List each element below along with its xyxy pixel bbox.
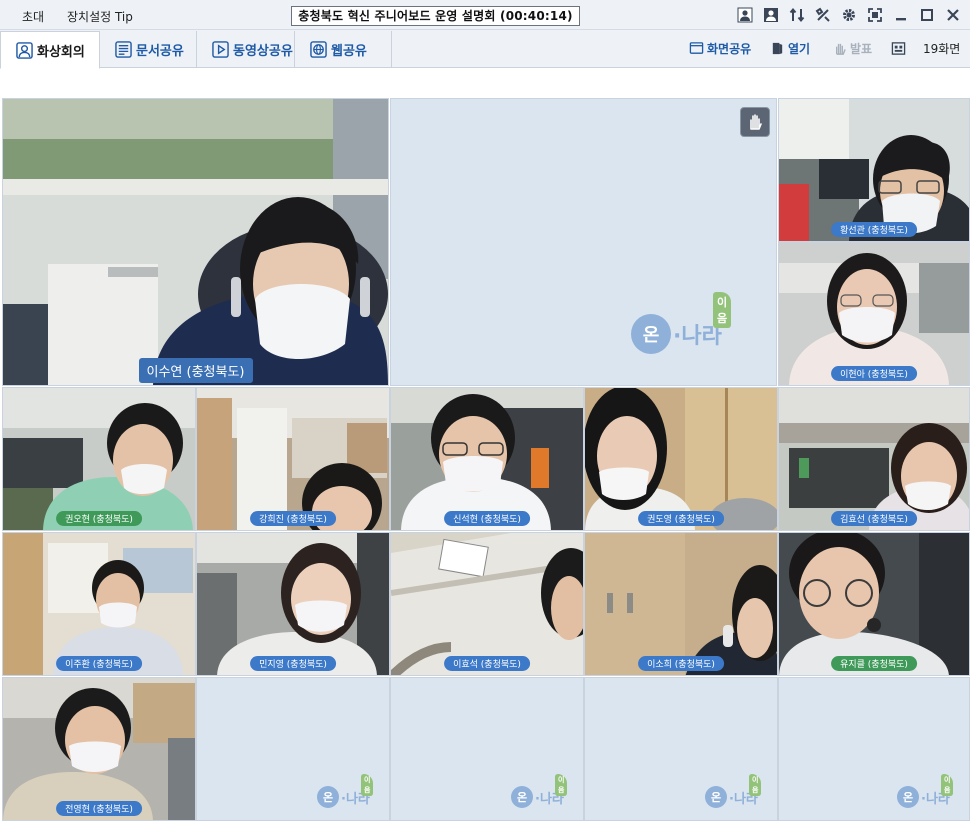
participant-name: 이현아 (충청북도) [831, 366, 917, 381]
video-tile-empty: 온 ·나라 이음 [778, 677, 970, 821]
video-tile[interactable]: 민지영 (충청북도) [196, 532, 390, 676]
presentation-label: 발표 [850, 42, 873, 56]
participant-video [779, 99, 969, 241]
screen-layout-button[interactable]: 19화면 [891, 40, 960, 57]
fullscreen-icon[interactable] [864, 5, 886, 25]
participant-video [3, 678, 195, 820]
open-label: 열기 [788, 42, 811, 56]
tab-label: 웹공유 [331, 44, 367, 59]
video-tile[interactable]: 권도영 (충청북도) [584, 387, 778, 531]
tab-video-conference[interactable]: 화상회의 [0, 31, 100, 69]
participant-video [391, 388, 583, 530]
participant-video [585, 533, 777, 675]
tools-icon[interactable] [812, 5, 834, 25]
onnara-logo: 온 ·나라 이음 [631, 292, 732, 354]
video-tile[interactable]: 이소희 (충청북도) [584, 532, 778, 676]
screen-share-icon [689, 42, 704, 54]
settings-icon[interactable] [838, 5, 860, 25]
device-tip-menu[interactable]: 장치설정 Tip [67, 8, 133, 25]
video-tile[interactable]: 권오현 (충청북도) [2, 387, 196, 531]
screen-share-label: 화면공유 [707, 42, 752, 56]
video-tile-empty: 온 ·나라 이음 [196, 677, 390, 821]
video-tile[interactable]: 유지클 (충청북도) [778, 532, 970, 676]
participant-name: 김효선 (충청북도) [831, 511, 917, 526]
video-tile-empty: 온 ·나라 이음 [390, 677, 584, 821]
video-tile-main[interactable]: 이수연 (충청북도) [2, 98, 389, 386]
participant-name: 이효석 (충청북도) [444, 656, 530, 671]
tab-bar: 화상회의 문서공유 동영상공유 웹공유 화면공유 열기 발표 19화면 [0, 30, 970, 69]
participant-name: 권오현 (충청북도) [56, 511, 142, 526]
maximize-icon[interactable] [916, 5, 938, 25]
transfer-icon[interactable] [786, 5, 808, 25]
door-icon [772, 42, 783, 55]
participant-name: 이수연 (충청북도) [138, 358, 253, 383]
participant-video [779, 243, 969, 385]
participant-name: 강희진 (충청북도) [250, 511, 336, 526]
tab-document-share[interactable]: 문서공유 [100, 31, 197, 68]
raise-hand-button[interactable] [740, 107, 770, 137]
onnara-logo: 온 ·나라 이음 [897, 774, 954, 808]
participant-video [197, 533, 389, 675]
presentation-button[interactable]: 발표 [832, 40, 872, 57]
tab-label: 문서공유 [136, 44, 184, 59]
participant-icon[interactable] [734, 5, 756, 25]
play-icon [211, 41, 229, 59]
participant-video [585, 388, 777, 530]
participant-video [3, 533, 195, 675]
video-tile[interactable]: 전영현 (충청북도) [2, 677, 196, 821]
screen-share-button[interactable]: 화면공유 [689, 40, 751, 57]
invite-menu[interactable]: 초대 [22, 8, 44, 25]
video-tile[interactable]: 이효석 (충청북도) [390, 532, 584, 676]
onnara-logo: 온 ·나라 이음 [317, 774, 374, 808]
onnara-logo: 온 ·나라 이음 [705, 774, 762, 808]
participant-name: 신석현 (충청북도) [444, 511, 530, 526]
screen-count-label: 19화면 [923, 42, 961, 56]
video-tile[interactable]: 신석현 (충청북도) [390, 387, 584, 531]
video-tile[interactable]: 이주환 (충청북도) [2, 532, 196, 676]
tab-web-share[interactable]: 웹공유 [295, 31, 392, 68]
title-bar: 초대 장치설정 Tip 충청북도 혁신 주니어보드 운영 설명회 (00:40:… [0, 0, 970, 30]
layout-grid-icon [891, 42, 906, 55]
participant-video [197, 388, 389, 530]
window-controls [734, 5, 964, 25]
globe-icon [309, 41, 327, 59]
onnara-logo: 온 ·나라 이음 [511, 774, 568, 808]
participant-name: 유지클 (충청북도) [831, 656, 917, 671]
meeting-title: 충청북도 혁신 주니어보드 운영 설명회 (00:40:14) [291, 6, 580, 26]
video-tile[interactable]: 강희진 (충청북도) [196, 387, 390, 531]
tab-video-share[interactable]: 동영상공유 [197, 31, 295, 68]
video-tile[interactable]: 이현아 (충청북도) [778, 242, 970, 386]
user-icon[interactable] [760, 5, 782, 25]
minimize-icon[interactable] [890, 5, 912, 25]
video-conference-icon [15, 41, 33, 59]
video-tile[interactable]: 황선관 (충청북도) [778, 98, 970, 242]
tab-label: 동영상공유 [233, 44, 293, 59]
participant-name: 전영현 (충청북도) [56, 801, 142, 816]
participant-name: 이주환 (충청북도) [56, 656, 142, 671]
participant-video [3, 388, 195, 530]
participant-name: 황선관 (충청북도) [831, 222, 917, 237]
video-tile-empty: 온 ·나라 이음 [584, 677, 778, 821]
video-tile[interactable]: 김효선 (충청북도) [778, 387, 970, 531]
close-icon[interactable] [942, 5, 964, 25]
open-button[interactable]: 열기 [770, 40, 810, 57]
participant-video [391, 533, 583, 675]
participant-name: 권도영 (충청북도) [638, 511, 724, 526]
raise-hand-icon [835, 43, 846, 55]
video-grid: 이수연 (충청북도) 온 ·나라 이음 황선관 (충청북도) 이현아 (충청북도… [2, 98, 970, 822]
participant-video [779, 533, 969, 675]
participant-video [779, 388, 969, 530]
participant-video [3, 99, 388, 385]
tab-label: 화상회의 [37, 44, 85, 60]
document-icon [114, 41, 132, 59]
participant-name: 이소희 (충청북도) [638, 656, 724, 671]
participant-name: 민지영 (충청북도) [250, 656, 336, 671]
hand-icon [750, 114, 762, 130]
video-tile-empty-large: 온 ·나라 이음 [390, 98, 777, 386]
